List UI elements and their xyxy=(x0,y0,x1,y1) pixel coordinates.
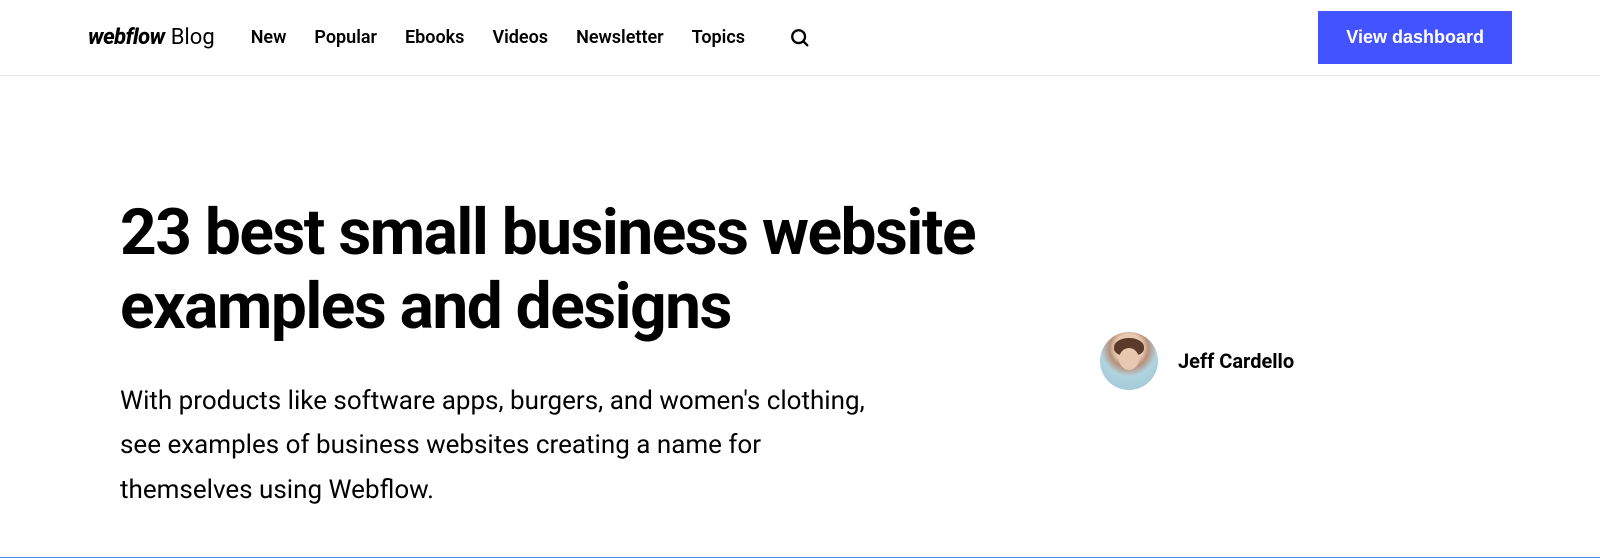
nav-popular[interactable]: Popular xyxy=(314,27,377,48)
logo-sub: Blog xyxy=(171,25,215,50)
logo[interactable]: webflow Blog xyxy=(88,25,215,50)
article-title: 23 best small business website examples … xyxy=(120,196,1000,343)
author-name: Jeff Cardello xyxy=(1178,349,1294,373)
article: 23 best small business website examples … xyxy=(120,196,1000,512)
site-header: webflow Blog New Popular Ebooks Videos N… xyxy=(0,0,1600,76)
main-content: 23 best small business website examples … xyxy=(0,76,1600,512)
article-subtitle: With products like software apps, burger… xyxy=(120,379,880,512)
author-avatar xyxy=(1100,332,1158,390)
nav-videos[interactable]: Videos xyxy=(492,27,548,48)
nav-ebooks[interactable]: Ebooks xyxy=(405,27,464,48)
author-block: Jeff Cardello xyxy=(1100,210,1294,512)
nav-topics[interactable]: Topics xyxy=(692,27,745,48)
logo-brand: webflow xyxy=(88,25,165,50)
primary-nav: New Popular Ebooks Videos Newsletter Top… xyxy=(251,27,745,48)
nav-new[interactable]: New xyxy=(251,27,287,48)
view-dashboard-button[interactable]: View dashboard xyxy=(1318,11,1512,64)
search-button[interactable] xyxy=(785,23,815,53)
nav-newsletter[interactable]: Newsletter xyxy=(576,27,664,48)
search-icon xyxy=(789,27,811,49)
